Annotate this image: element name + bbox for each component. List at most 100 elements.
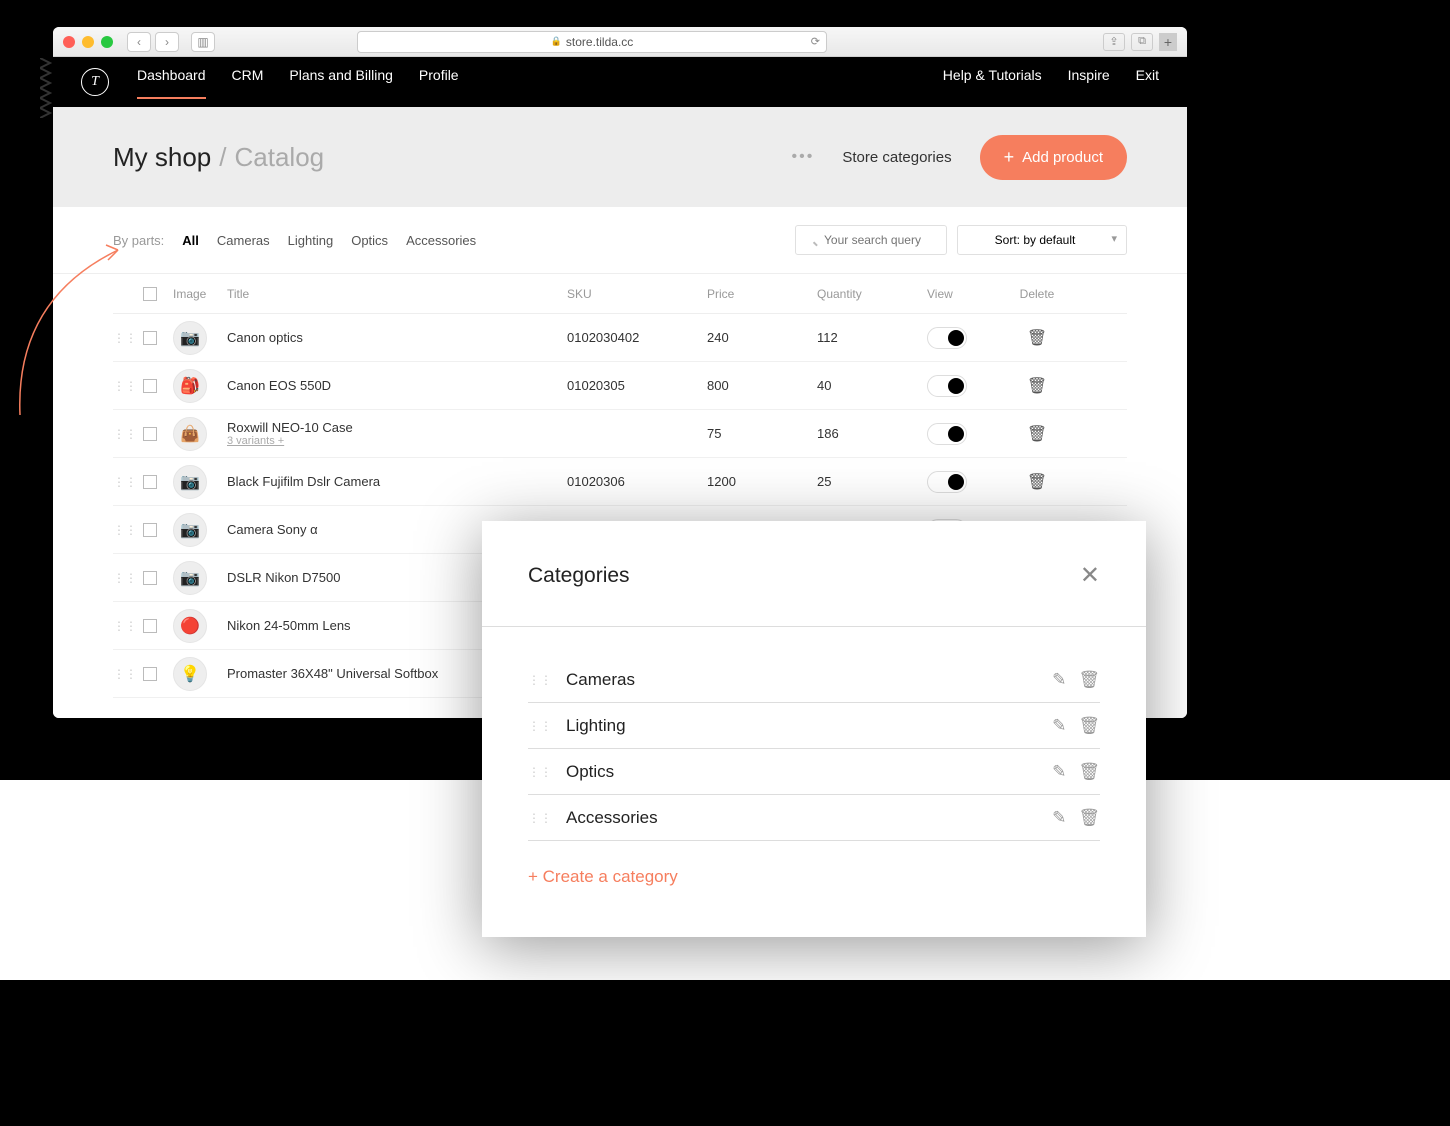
- breadcrumb: My shop/Catalog: [113, 142, 324, 173]
- product-price: 240: [707, 330, 817, 345]
- more-menu-icon[interactable]: •••: [792, 148, 815, 166]
- dialog-title: Categories: [528, 564, 630, 588]
- reload-icon[interactable]: ⟳: [811, 35, 820, 48]
- logo-icon[interactable]: T: [81, 68, 109, 96]
- select-all-checkbox[interactable]: [143, 287, 157, 301]
- drag-handle-icon[interactable]: ⋮⋮: [113, 379, 143, 393]
- product-thumb: 💡: [173, 657, 207, 691]
- delete-icon[interactable]: 🗑: [1078, 762, 1100, 782]
- nav-plans-and-billing[interactable]: Plans and Billing: [289, 67, 393, 97]
- url-text: store.tilda.cc: [566, 35, 633, 49]
- drag-handle-icon[interactable]: ⋮⋮: [113, 331, 143, 345]
- drag-handle-icon[interactable]: ⋮⋮: [113, 427, 143, 441]
- delete-icon[interactable]: 🗑: [1078, 716, 1100, 736]
- store-categories-link[interactable]: Store categories: [842, 149, 951, 166]
- create-category-link[interactable]: + Create a category: [528, 867, 1100, 887]
- category-row[interactable]: ⋮⋮Lighting✎🗑: [528, 703, 1100, 749]
- drag-handle-icon[interactable]: ⋮⋮: [528, 719, 552, 733]
- sidebar-button[interactable]: ▥: [191, 32, 215, 52]
- table-row[interactable]: ⋮⋮ 📷 Canon optics0102030402240112 🗑: [113, 314, 1127, 362]
- product-thumb: 📷: [173, 321, 207, 355]
- view-toggle[interactable]: [927, 471, 967, 493]
- delete-icon[interactable]: 🗑: [1078, 808, 1100, 828]
- filter-cameras[interactable]: Cameras: [217, 233, 270, 248]
- sort-select[interactable]: Sort: by default: [957, 225, 1127, 255]
- product-price: 75: [707, 426, 817, 441]
- row-checkbox[interactable]: [143, 523, 157, 537]
- drag-handle-icon[interactable]: ⋮⋮: [113, 523, 143, 537]
- delete-icon[interactable]: 🗑: [1007, 424, 1067, 444]
- row-checkbox[interactable]: [143, 379, 157, 393]
- col-view: View: [927, 287, 1007, 301]
- view-toggle[interactable]: [927, 327, 967, 349]
- back-button[interactable]: ‹: [127, 32, 151, 52]
- close-window-icon[interactable]: [63, 36, 75, 48]
- nav-exit[interactable]: Exit: [1136, 67, 1159, 97]
- new-tab-button[interactable]: +: [1159, 33, 1177, 51]
- product-qty: 25: [817, 474, 927, 489]
- delete-icon[interactable]: 🗑: [1007, 472, 1067, 492]
- delete-icon[interactable]: 🗑: [1007, 376, 1067, 396]
- nav-crm[interactable]: CRM: [232, 67, 264, 97]
- row-checkbox[interactable]: [143, 667, 157, 681]
- product-title: Black Fujifilm Dslr Camera: [227, 474, 567, 489]
- col-price: Price: [707, 287, 817, 301]
- drag-handle-icon[interactable]: ⋮⋮: [113, 667, 143, 681]
- nav-inspire[interactable]: Inspire: [1068, 67, 1110, 97]
- forward-button[interactable]: ›: [155, 32, 179, 52]
- drag-handle-icon[interactable]: ⋮⋮: [113, 475, 143, 489]
- edit-icon[interactable]: ✎: [1052, 808, 1066, 828]
- table-row[interactable]: ⋮⋮📷Black Fujifilm Dslr Camera01020306120…: [113, 458, 1127, 506]
- product-title: Roxwill NEO-10 Case: [227, 420, 567, 435]
- product-thumb: 📷: [173, 561, 207, 595]
- edit-icon[interactable]: ✎: [1052, 670, 1066, 690]
- row-checkbox[interactable]: [143, 331, 157, 345]
- drag-handle-icon[interactable]: ⋮⋮: [113, 619, 143, 633]
- filter-optics[interactable]: Optics: [351, 233, 388, 248]
- categories-dialog: Categories ✕ ⋮⋮Cameras✎🗑⋮⋮Lighting✎🗑⋮⋮Op…: [482, 521, 1146, 937]
- tabs-icon[interactable]: ⧉: [1131, 33, 1153, 51]
- nav-profile[interactable]: Profile: [419, 67, 459, 97]
- row-checkbox[interactable]: [143, 475, 157, 489]
- filter-accessories[interactable]: Accessories: [406, 233, 476, 248]
- row-checkbox[interactable]: [143, 619, 157, 633]
- url-bar[interactable]: 🔒 store.tilda.cc ⟳: [357, 31, 827, 53]
- row-checkbox[interactable]: [143, 427, 157, 441]
- category-row[interactable]: ⋮⋮Accessories✎🗑: [528, 795, 1100, 841]
- edit-icon[interactable]: ✎: [1052, 762, 1066, 782]
- search-input[interactable]: [795, 225, 947, 255]
- row-checkbox[interactable]: [143, 571, 157, 585]
- col-quantity: Quantity: [817, 287, 927, 301]
- share-icon[interactable]: ⇪: [1103, 33, 1125, 51]
- product-price: 1200: [707, 474, 817, 489]
- minimize-window-icon[interactable]: [82, 36, 94, 48]
- drag-handle-icon[interactable]: ⋮⋮: [113, 571, 143, 585]
- divider: [482, 626, 1146, 627]
- add-product-button[interactable]: Add product: [980, 135, 1127, 180]
- variants-link[interactable]: 3 variants +: [227, 435, 567, 447]
- category-row[interactable]: ⋮⋮Optics✎🗑: [528, 749, 1100, 795]
- close-icon[interactable]: ✕: [1080, 561, 1100, 590]
- view-toggle[interactable]: [927, 423, 967, 445]
- filter-all[interactable]: All: [182, 233, 199, 248]
- drag-handle-icon[interactable]: ⋮⋮: [528, 673, 552, 687]
- view-toggle[interactable]: [927, 375, 967, 397]
- delete-icon[interactable]: 🗑: [1007, 328, 1067, 348]
- delete-icon[interactable]: 🗑: [1078, 670, 1100, 690]
- table-row[interactable]: ⋮⋮🎒Canon EOS 550D0102030580040🗑: [113, 362, 1127, 410]
- category-row[interactable]: ⋮⋮Cameras✎🗑: [528, 657, 1100, 703]
- product-title: Canon optics: [227, 330, 567, 345]
- nav-dashboard[interactable]: Dashboard: [137, 67, 206, 97]
- product-sku: 01020306: [567, 474, 707, 489]
- breadcrumb-root[interactable]: My shop: [113, 142, 211, 172]
- nav-help-tutorials[interactable]: Help & Tutorials: [943, 67, 1042, 97]
- drag-handle-icon[interactable]: ⋮⋮: [528, 811, 552, 825]
- maximize-window-icon[interactable]: [101, 36, 113, 48]
- filter-lighting[interactable]: Lighting: [288, 233, 334, 248]
- table-row[interactable]: ⋮⋮👜Roxwill NEO-10 Case3 variants +75186🗑: [113, 410, 1127, 458]
- col-delete: Delete: [1007, 287, 1067, 301]
- drag-handle-icon[interactable]: ⋮⋮: [528, 765, 552, 779]
- edit-icon[interactable]: ✎: [1052, 716, 1066, 736]
- product-qty: 112: [817, 330, 927, 345]
- product-sku: 0102030402: [567, 330, 707, 345]
